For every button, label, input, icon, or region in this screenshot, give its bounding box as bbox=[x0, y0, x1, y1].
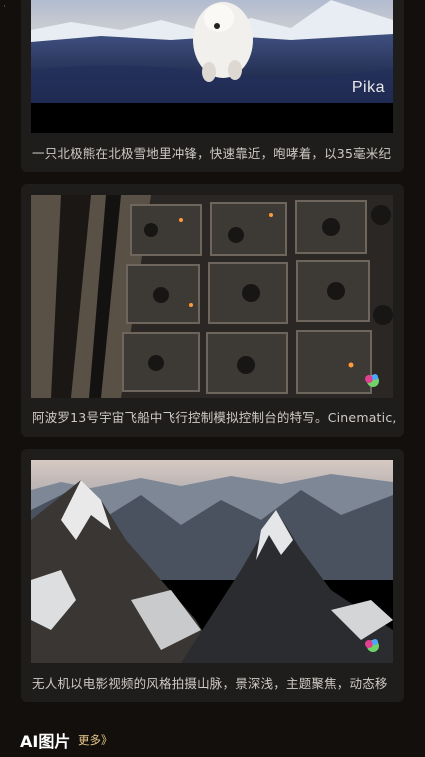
video-card-apollo-console[interactable]: 阿波罗13号宇宙飞船中飞行控制模拟控制台的特写。Cinematic, bbox=[21, 184, 404, 437]
video-card-mountains[interactable]: 无人机以电影视频的风格拍摄山脉，景深浅，主题聚焦，动态移 bbox=[21, 449, 404, 702]
video-caption: 无人机以电影视频的风格拍摄山脉，景深浅，主题聚焦，动态移 bbox=[32, 676, 388, 691]
video-caption: 阿波罗13号宇宙飞船中飞行控制模拟控制台的特写。Cinematic, bbox=[32, 410, 396, 425]
section-title-ai-images: AI图片 bbox=[20, 732, 71, 751]
mountain-image bbox=[31, 460, 393, 663]
video-thumbnail[interactable] bbox=[31, 195, 393, 398]
console-image bbox=[31, 195, 393, 398]
pika-watermark: Pika bbox=[351, 79, 385, 96]
video-card-polar-bear[interactable]: Pika 一只北极熊在北极雪地里冲锋，快速靠近，咆哮着，以35毫米纪 bbox=[21, 0, 404, 172]
more-link[interactable]: 更多》 bbox=[78, 732, 113, 748]
polar-bear-image bbox=[31, 0, 393, 133]
status-bar-mark: · bbox=[3, 2, 6, 12]
video-thumbnail[interactable] bbox=[31, 460, 393, 663]
video-caption: 一只北极熊在北极雪地里冲锋，快速靠近，咆哮着，以35毫米纪 bbox=[32, 146, 392, 161]
video-thumbnail[interactable]: Pika bbox=[31, 0, 393, 133]
